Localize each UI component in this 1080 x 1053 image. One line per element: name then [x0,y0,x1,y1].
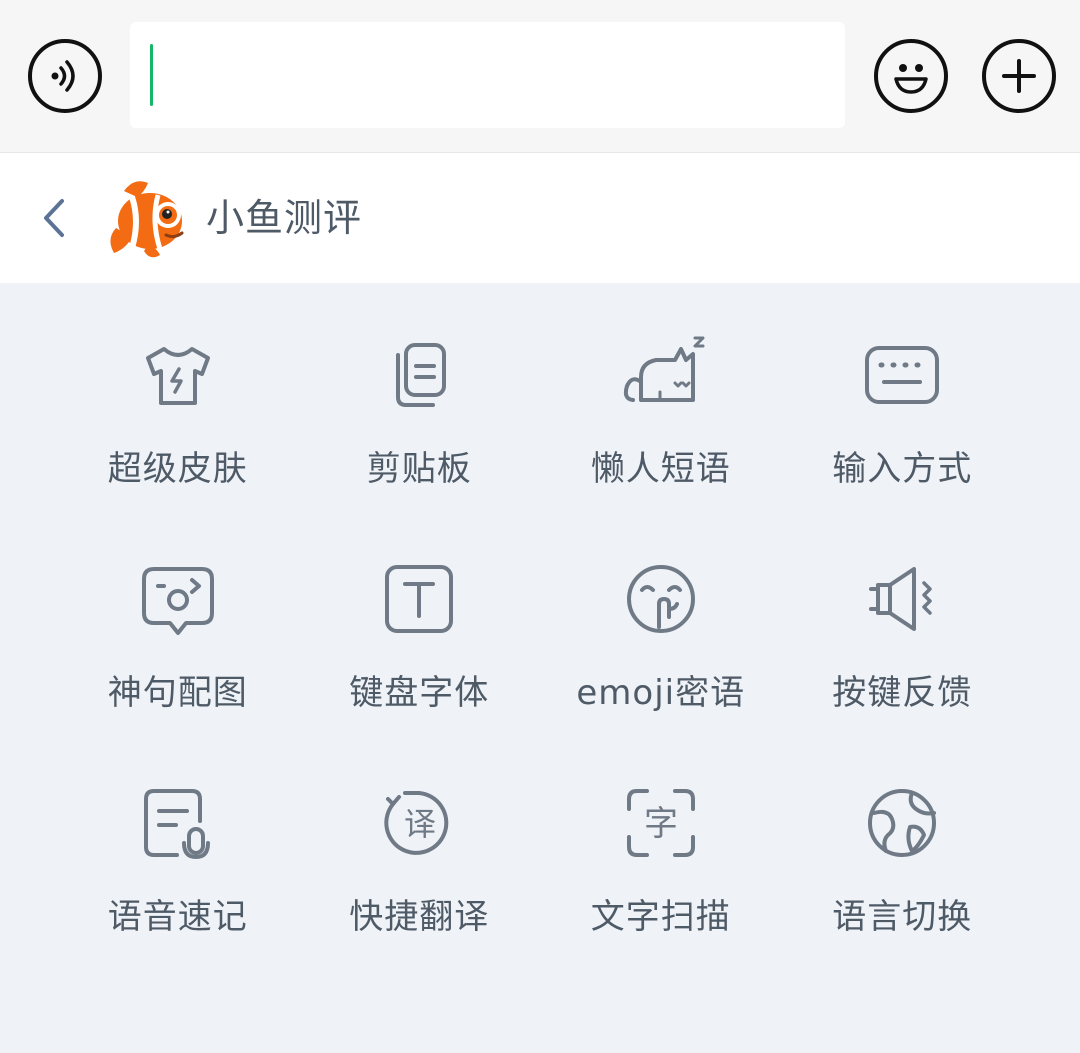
feature-emoji-secret[interactable]: emoji密语 [540,555,782,779]
feature-lazy-phrases[interactable]: 懒人短语 [540,331,782,555]
feature-label: 剪贴板 [366,449,472,489]
back-button[interactable] [36,195,72,241]
voice-input-button[interactable] [28,39,102,113]
tshirt-icon [134,331,222,419]
svg-text:字: 字 [644,804,678,844]
sleeping-cat-icon [617,331,705,419]
feature-label: 文字扫描 [590,897,731,937]
message-input[interactable] [130,22,845,128]
voice-icon [51,60,75,92]
feature-super-skin[interactable]: 超级皮肤 [57,331,299,555]
more-options-button[interactable] [982,39,1056,113]
shush-emoji-icon [617,555,705,643]
feature-input-method[interactable]: 输入方式 [782,331,1024,555]
feature-quick-translate[interactable]: 译 快捷翻译 [299,779,541,1003]
feature-label: emoji密语 [576,673,746,713]
feature-label: 语言切换 [832,897,973,937]
speaker-vibration-icon [858,555,946,643]
emoji-button[interactable] [874,39,948,113]
feature-quote-images[interactable]: 神句配图 [57,555,299,779]
keyboard-icon [858,331,946,419]
text-cursor [150,44,153,106]
chat-input-bar [0,0,1080,153]
feature-label: 输入方式 [832,449,973,489]
font-t-icon [375,555,463,643]
globe-icon [858,779,946,867]
feature-voice-notes[interactable]: 语音速记 [57,779,299,1003]
feature-label: 神句配图 [107,673,248,713]
clipboard-icon [375,331,463,419]
toolbox-panel: 超级皮肤 剪贴板 懒人短语 输入方式 神句配图 键盘字体 emoji密语 按键反… [0,283,1080,1053]
chevron-left-icon [44,199,64,237]
feature-keyboard-font[interactable]: 键盘字体 [299,555,541,779]
feature-key-feedback[interactable]: 按键反馈 [782,555,1024,779]
feature-label: 超级皮肤 [107,449,248,489]
feature-language-switch[interactable]: 语言切换 [782,779,1024,1003]
translate-icon: 译 [375,779,463,867]
clownfish-icon [110,181,184,258]
feature-label: 快捷翻译 [349,897,490,937]
clownfish-avatar [104,173,192,261]
smiley-icon [894,64,928,94]
feature-label: 语音速记 [107,897,248,937]
feature-text-scan[interactable]: 字 文字扫描 [540,779,782,1003]
feature-clipboard[interactable]: 剪贴板 [299,331,541,555]
text-scan-icon: 字 [617,779,705,867]
voice-note-icon [134,779,222,867]
svg-text:译: 译 [404,805,436,843]
plus-icon [1002,59,1036,93]
feature-label: 键盘字体 [349,673,490,713]
brand-bar: 小鱼测评 [0,153,1080,283]
surprised-bubble-icon [134,555,222,643]
feature-label: 懒人短语 [590,449,731,489]
feature-grid: 超级皮肤 剪贴板 懒人短语 输入方式 神句配图 键盘字体 emoji密语 按键反… [57,331,1023,1003]
brand-name: 小鱼测评 [206,196,363,240]
feature-label: 按键反馈 [832,673,973,713]
